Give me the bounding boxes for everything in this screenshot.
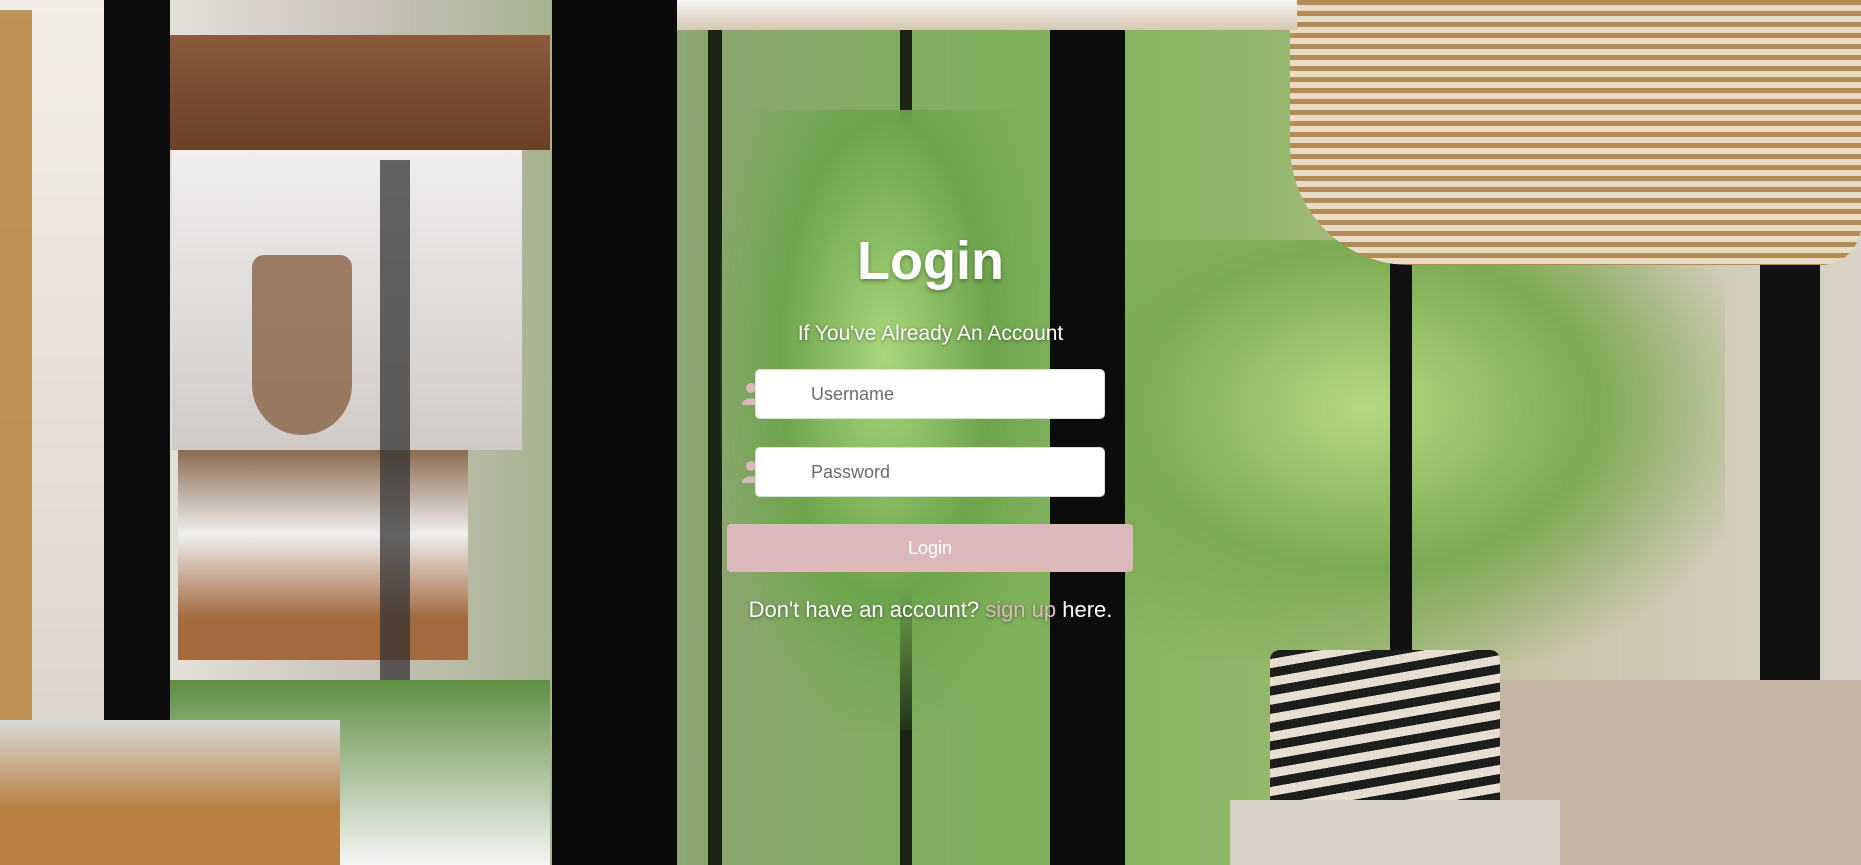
login-button[interactable]: Login	[727, 524, 1133, 572]
password-row	[742, 447, 1106, 499]
login-form: Login If You've Already An Account Login…	[0, 0, 1861, 865]
username-input[interactable]	[755, 369, 1105, 419]
login-title: Login	[857, 231, 1004, 291]
username-row	[742, 369, 1106, 421]
signup-prefix: Don't have an account?	[748, 597, 986, 622]
signup-link[interactable]: sign up	[985, 597, 1056, 622]
signup-prompt: Don't have an account? sign up here.	[0, 597, 1861, 623]
signup-suffix: here.	[1056, 597, 1113, 622]
password-input[interactable]	[755, 447, 1105, 497]
login-subtitle: If You've Already An Account	[797, 322, 1064, 345]
